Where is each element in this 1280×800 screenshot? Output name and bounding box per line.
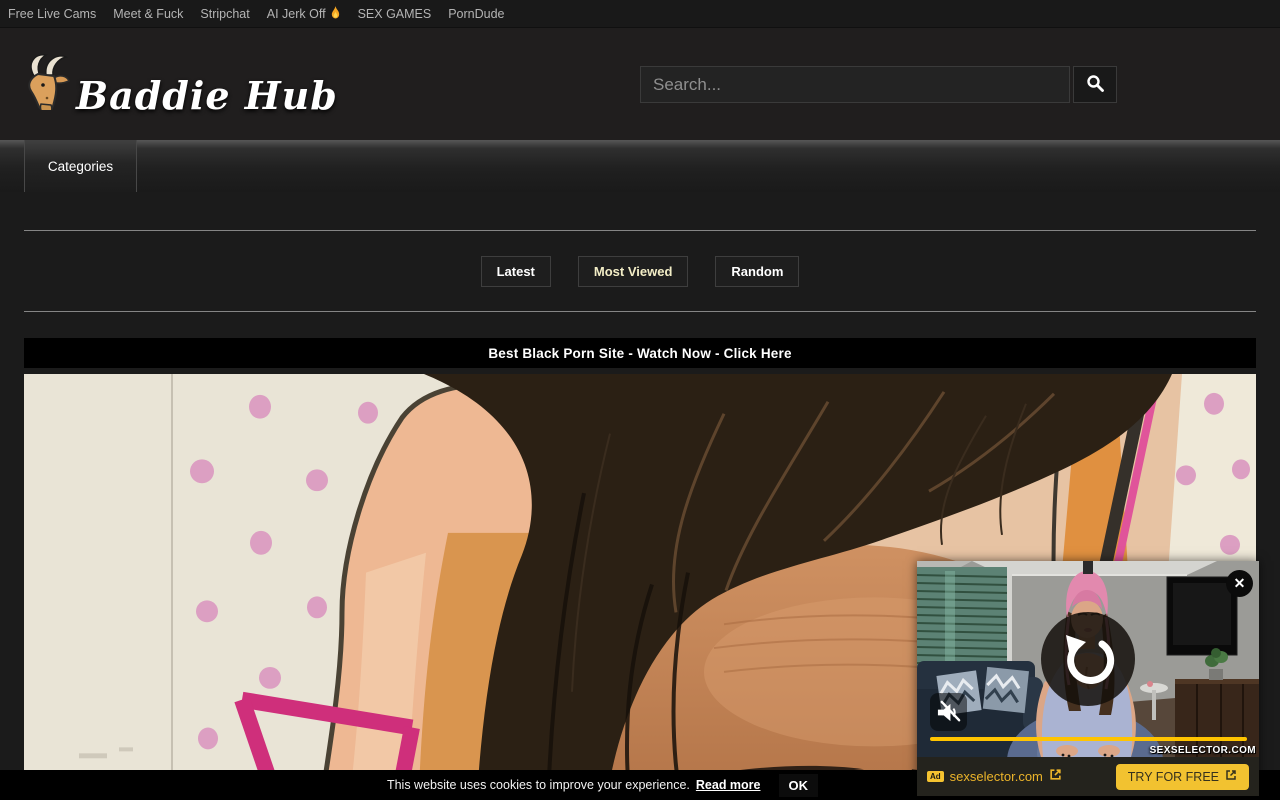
video-ad-overlay: ✕ SEXSELECTOR.COM Ad sexselec — [917, 561, 1259, 796]
search-bar — [640, 66, 1117, 103]
ad-progress-bar[interactable] — [930, 737, 1247, 741]
cookie-message: This website uses cookies to improve you… — [387, 778, 690, 792]
search-input[interactable] — [640, 66, 1070, 103]
topbar-link-free-live-cams[interactable]: Free Live Cams — [8, 7, 96, 21]
nav-categories[interactable]: Categories — [24, 140, 137, 192]
main-nav: Categories — [0, 140, 1280, 192]
ad-footer: Ad sexselector.com TRY FOR FREE — [917, 757, 1259, 796]
search-button[interactable] — [1073, 66, 1117, 103]
ad-close-button[interactable]: ✕ — [1226, 570, 1253, 597]
topbar-link-porndude[interactable]: PornDude — [448, 7, 504, 21]
header: Baddie Hub — [0, 28, 1280, 140]
magnifier-icon — [1086, 74, 1104, 95]
ad-replay-button[interactable] — [1041, 612, 1135, 706]
tab-latest[interactable]: Latest — [481, 256, 551, 287]
external-link-icon — [1225, 769, 1237, 784]
sort-tabs: Latest Most Viewed Random — [24, 256, 1256, 287]
promo-banner[interactable]: Best Black Porn Site - Watch Now - Click… — [24, 338, 1256, 368]
goat-icon — [20, 52, 72, 115]
ad-cta-button[interactable]: TRY FOR FREE — [1116, 764, 1249, 790]
fire-icon — [330, 6, 341, 22]
site-title: Baddie Hub — [76, 77, 338, 115]
cookie-ok-button[interactable]: OK — [779, 774, 819, 797]
topbar-link-sex-games[interactable]: SEX GAMES — [358, 7, 432, 21]
site-logo[interactable]: Baddie Hub — [20, 52, 338, 115]
ad-mute-button[interactable] — [930, 693, 967, 731]
ad-advertiser-url: sexselector.com — [950, 769, 1043, 784]
muted-speaker-icon — [936, 700, 961, 725]
topbar-link-ai-jerk-off[interactable]: AI Jerk Off — [267, 6, 341, 22]
promo-banner-text: Best Black Porn Site - Watch Now - Click… — [488, 346, 791, 361]
external-link-icon — [1049, 768, 1062, 786]
topbar: Free Live Cams Meet & Fuck Stripchat AI … — [0, 0, 1280, 28]
ad-watermark: SEXSELECTOR.COM — [1150, 745, 1256, 756]
cookie-read-more-link[interactable]: Read more — [696, 778, 761, 792]
ad-video[interactable]: ✕ SEXSELECTOR.COM — [917, 561, 1259, 757]
replay-icon — [1060, 631, 1116, 687]
ad-advertiser-link[interactable]: Ad sexselector.com — [927, 768, 1062, 786]
divider — [24, 230, 1256, 231]
topbar-link-stripchat[interactable]: Stripchat — [200, 7, 249, 21]
topbar-link-meet-and-fuck[interactable]: Meet & Fuck — [113, 7, 183, 21]
divider — [24, 311, 1256, 312]
topbar-link-label: AI Jerk Off — [267, 7, 326, 21]
ad-badge: Ad — [927, 771, 944, 782]
tab-most-viewed[interactable]: Most Viewed — [578, 256, 689, 287]
ad-cta-label: TRY FOR FREE — [1128, 770, 1219, 784]
tab-random[interactable]: Random — [715, 256, 799, 287]
